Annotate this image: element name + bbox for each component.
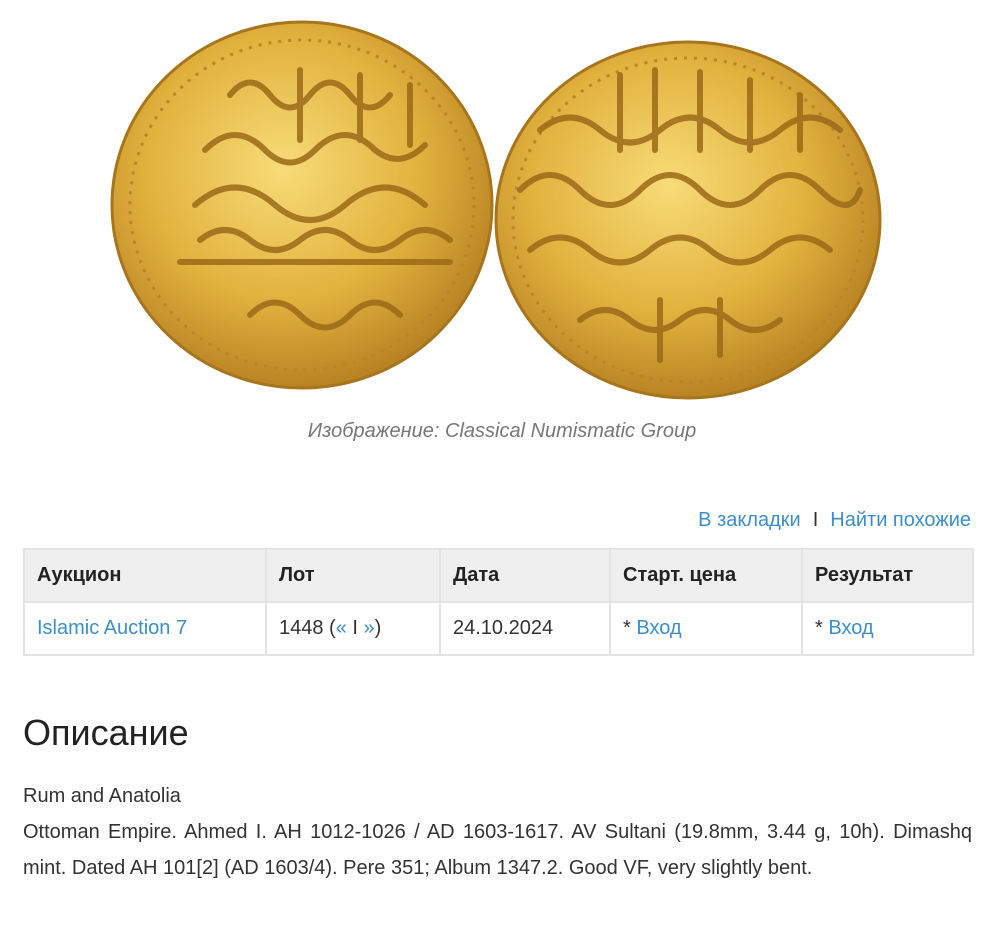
table-row: Islamic Auction 7 1448 (« I ») 24.10.202… (23, 601, 974, 656)
actions-separator: I (812, 509, 819, 531)
start-price-cell: * Вход (609, 601, 803, 656)
next-lot-link[interactable]: » (364, 617, 375, 639)
obverse-coin (110, 20, 494, 390)
date-cell: 24.10.2024 (439, 601, 611, 656)
description-body: Rum and Anatolia Ottoman Empire. Ahmed I… (23, 778, 972, 886)
lot-number: 1448 (279, 617, 324, 639)
lot-nav-separator: I (346, 617, 364, 639)
coin-image (0, 0, 1004, 410)
header-lot: Лот (265, 548, 441, 603)
header-result: Результат (801, 548, 974, 603)
header-start-price: Старт. цена (609, 548, 803, 603)
table-header-row: Аукцион Лот Дата Старт. цена Результат (23, 548, 974, 603)
start-price-login-link[interactable]: Вход (636, 617, 681, 639)
lot-paren-open: ( (323, 617, 336, 639)
lot-cell: 1448 (« I ») (265, 601, 441, 656)
lot-paren-close: ) (374, 617, 382, 639)
find-similar-link[interactable]: Найти похожие (830, 509, 971, 531)
result-login-link[interactable]: Вход (828, 617, 873, 639)
reverse-coin (494, 40, 882, 400)
lot-actions: В закладки I Найти похожие (698, 509, 971, 532)
lot-table: Аукцион Лот Дата Старт. цена Результат I… (23, 548, 974, 656)
prev-lot-link[interactable]: « (336, 617, 347, 639)
bookmark-link[interactable]: В закладки (698, 509, 801, 531)
image-caption: Изображение: Classical Numismatic Group (307, 420, 697, 442)
result-prefix: * (815, 617, 829, 639)
auction-cell: Islamic Auction 7 (23, 601, 267, 656)
header-auction: Аукцион (23, 548, 267, 603)
start-price-prefix: * (623, 617, 637, 639)
description-title: Описание (23, 712, 189, 753)
header-date: Дата (439, 548, 611, 603)
description-text: Ottoman Empire. Ahmed I. AH 1012-1026 / … (23, 821, 972, 879)
auction-link[interactable]: Islamic Auction 7 (37, 617, 187, 639)
result-cell: * Вход (801, 601, 974, 656)
description-category: Rum and Anatolia (23, 785, 181, 807)
